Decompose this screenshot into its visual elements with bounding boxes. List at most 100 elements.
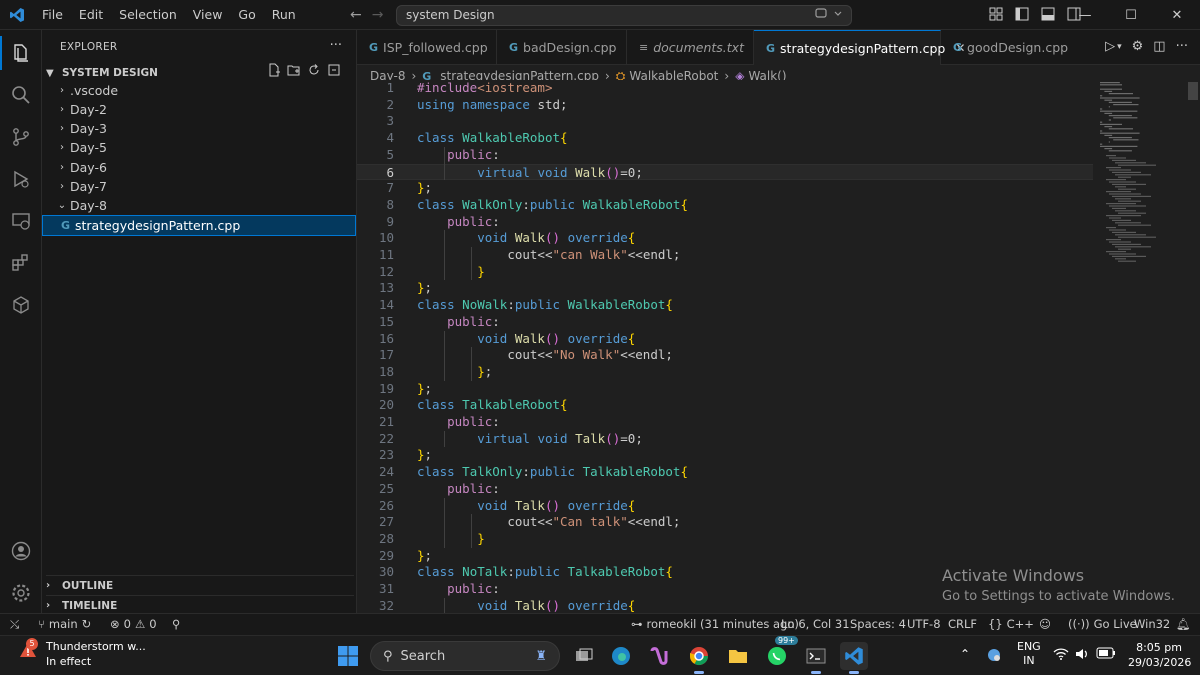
toggle-primary-sidebar-icon[interactable] [1014, 6, 1030, 25]
tab-documents[interactable]: ≡ documents.txt [627, 30, 754, 65]
new-file-icon[interactable] [267, 63, 281, 80]
show-hidden-icons-icon[interactable]: ⌃ [960, 647, 970, 661]
code-line[interactable]: 8 class WalkOnly:public WalkableRobot{ [357, 197, 1093, 214]
code-line[interactable]: 19}; [357, 381, 1093, 398]
remote-indicator-icon[interactable]: ⤯ [10, 617, 19, 632]
refresh-icon[interactable] [307, 63, 321, 80]
tab-isp-followed[interactable]: G ISP_followed.cpp [357, 30, 497, 65]
editor-scrollbar[interactable] [1188, 82, 1198, 100]
tree-folder-vscode[interactable]: › .vscode [42, 81, 355, 100]
collapse-all-icon[interactable] [327, 63, 341, 80]
code-line[interactable]: 15 public: [357, 314, 1093, 331]
code-line[interactable]: 12 } [357, 264, 1093, 281]
toggle-panel-icon[interactable] [1040, 6, 1056, 25]
forward-arrow-icon[interactable]: → [372, 7, 384, 23]
code-line[interactable]: 16 void Walk() override{ [357, 331, 1093, 348]
code-line[interactable]: 6 virtual void Walk()=0; [357, 163, 1093, 181]
split-editor-icon[interactable]: ◫ [1153, 39, 1165, 54]
weather-widget[interactable]: 5 Thunderstorm w... In effect [18, 638, 146, 668]
code-line[interactable]: 10 void Walk() override{ [357, 230, 1093, 247]
task-view-icon[interactable] [570, 642, 598, 670]
remote-explorer-icon[interactable] [8, 208, 34, 234]
new-folder-icon[interactable] [287, 63, 301, 80]
encoding[interactable]: UTF-8 [907, 617, 941, 631]
code-line[interactable]: 7}; [357, 180, 1093, 197]
tree-folder-day7[interactable]: › Day-7 [42, 177, 355, 196]
vscode-taskbar-icon[interactable] [840, 642, 868, 674]
code-line[interactable]: 21 public: [357, 414, 1093, 431]
platform-indicator[interactable]: Win32 [1134, 617, 1170, 631]
code-line[interactable]: 5 public: [357, 147, 1093, 164]
chrome-browser-icon[interactable] [685, 642, 713, 674]
tab-bad-design[interactable]: G badDesign.cpp [497, 30, 627, 65]
more-actions-icon[interactable]: ··· [1176, 39, 1188, 54]
menu-file[interactable]: File [34, 7, 71, 22]
start-windows-icon[interactable] [334, 642, 362, 670]
menu-edit[interactable]: Edit [71, 7, 111, 22]
defender-tray-icon[interactable] [986, 647, 1002, 666]
copilot-app-icon[interactable] [645, 642, 673, 670]
command-center-search[interactable]: system Design [396, 5, 852, 26]
code-line[interactable]: 28 } [357, 531, 1093, 548]
code-line[interactable]: 2 using namespace std; [357, 97, 1093, 114]
code-line[interactable]: 24 class TalkOnly:public TalkableRobot{ [357, 464, 1093, 481]
code-line[interactable]: 25 public: [357, 481, 1093, 498]
code-line[interactable]: 26 void Talk() override{ [357, 498, 1093, 515]
code-line[interactable]: 14 class NoWalk:public WalkableRobot{ [357, 297, 1093, 314]
code-line[interactable]: 9 public: [357, 214, 1093, 231]
battery-icon[interactable] [1096, 647, 1116, 662]
code-line[interactable]: 4 class WalkableRobot{ [357, 130, 1093, 147]
search-icon[interactable] [8, 82, 34, 108]
tab-strategy-design-pattern[interactable]: G strategydesignPattern.cpp ✕ [754, 30, 965, 65]
git-blame[interactable]: ⊶ romeokil (31 minutes ago) [631, 617, 799, 631]
code-line[interactable]: 18 }; [357, 364, 1093, 381]
menu-view[interactable]: View [185, 7, 231, 22]
go-live-button[interactable]: ((·)) Go Live [1068, 617, 1137, 631]
run-debug-icon[interactable] [8, 166, 34, 192]
code-line[interactable]: 3 [357, 113, 1093, 130]
edge-browser-icon[interactable] [607, 642, 635, 670]
code-line[interactable]: 17 cout<<"No Walk"<<endl; [357, 347, 1093, 364]
run-dropdown-icon[interactable]: ▾ [1117, 42, 1122, 54]
menu-selection[interactable]: Selection [111, 7, 185, 22]
tree-folder-day5[interactable]: › Day-5 [42, 138, 355, 157]
ports-icon[interactable]: ⚲ [172, 617, 180, 631]
minimize-button[interactable]: — [1062, 0, 1108, 30]
problems-indicator[interactable]: ⊗ 0 ⚠ 0 [110, 617, 157, 631]
extensions-icon[interactable] [8, 250, 34, 276]
tree-folder-day3[interactable]: › Day-3 [42, 119, 355, 138]
code-line[interactable]: 22 virtual void Talk()=0; [357, 431, 1093, 448]
tab-good-design[interactable]: G goodDesign.cpp [941, 30, 1068, 65]
code-line[interactable]: 13}; [357, 280, 1093, 297]
outline-section-header[interactable]: › OUTLINE [46, 575, 354, 595]
toggle-sidebar-icon[interactable] [988, 6, 1004, 25]
back-arrow-icon[interactable]: ← [350, 7, 362, 23]
whatsapp-icon[interactable]: 99+ [763, 636, 798, 670]
code-line[interactable]: 23}; [357, 447, 1093, 464]
explorer-icon[interactable] [0, 36, 34, 70]
run-file-icon[interactable]: ▷ [1105, 39, 1115, 54]
close-window-button[interactable]: ✕ [1154, 0, 1200, 30]
cursor-position[interactable]: Ln 6, Col 31 [781, 617, 850, 631]
file-explorer-icon[interactable] [724, 642, 752, 670]
tree-folder-day2[interactable]: › Day-2 [42, 100, 355, 119]
more-actions-icon[interactable]: ··· [330, 38, 342, 53]
account-icon[interactable] [8, 538, 34, 564]
wifi-icon[interactable] [1053, 647, 1069, 664]
notifications-bell-icon[interactable]: 🔔︎ [1176, 617, 1191, 631]
source-control-icon[interactable] [8, 124, 34, 150]
menu-go[interactable]: Go [230, 7, 263, 22]
code-line[interactable]: 27 cout<<"Can talk"<<endl; [357, 514, 1093, 531]
code-line[interactable]: 29}; [357, 548, 1093, 565]
code-line[interactable]: 20 class TalkableRobot{ [357, 397, 1093, 414]
minimap[interactable] [1096, 80, 1186, 270]
line-ending[interactable]: CRLF [948, 617, 977, 631]
maximize-button[interactable]: ☐ [1108, 0, 1154, 30]
indentation[interactable]: Spaces: 4 [850, 617, 906, 631]
timeline-section-header[interactable]: › TIMELINE [46, 595, 354, 615]
code-line[interactable]: 11 cout<<"can Walk"<<endl; [357, 247, 1093, 264]
copilot-status-icon[interactable]: ☺ [1039, 617, 1051, 631]
clock[interactable]: 8:05 pm 29/03/2026 [1128, 640, 1191, 670]
settings-gear-icon[interactable]: ⚙ [1132, 39, 1144, 54]
tree-file-strategydesignpattern[interactable]: G strategydesignPattern.cpp [42, 215, 356, 236]
